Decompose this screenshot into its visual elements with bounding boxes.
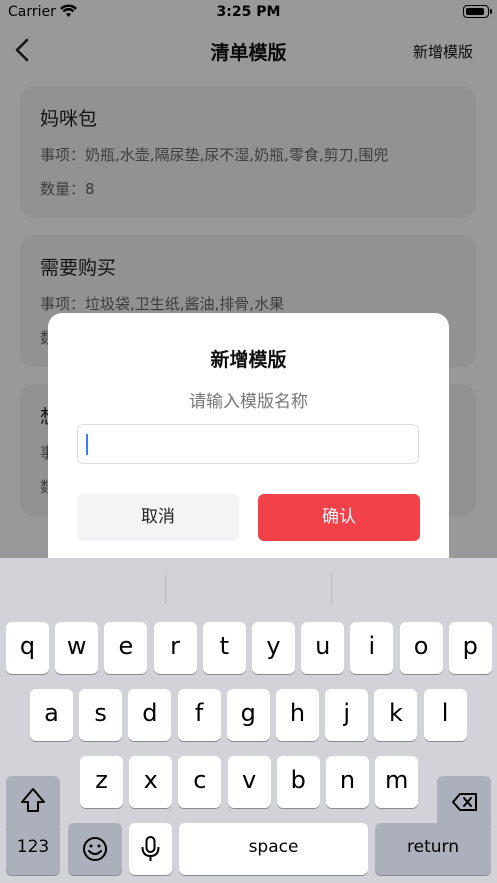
key-g[interactable]: g (226, 689, 270, 741)
key-i[interactable]: i (350, 622, 394, 674)
key-n[interactable]: n (326, 756, 369, 808)
key-c[interactable]: c (178, 756, 222, 808)
key-p[interactable]: p (448, 622, 492, 674)
key-k[interactable]: k (374, 689, 418, 741)
key-h[interactable]: h (276, 689, 319, 741)
key-w[interactable]: w (55, 622, 99, 674)
template-name-input[interactable] (77, 424, 419, 464)
backspace-icon (452, 793, 477, 811)
key-y[interactable]: y (252, 622, 295, 674)
emoji-icon (83, 837, 107, 861)
key-u[interactable]: u (301, 622, 345, 674)
suggestion-divider (165, 574, 166, 604)
delete-key[interactable] (437, 776, 491, 828)
suggestion-divider (331, 574, 332, 604)
key-f[interactable]: f (177, 689, 221, 741)
keyboard: qwertyuiop asdfghjkl zxcvbnm 123 space r… (0, 558, 497, 883)
shift-key[interactable] (6, 776, 60, 828)
emoji-key[interactable] (68, 823, 122, 875)
shift-icon (21, 788, 45, 812)
key-j[interactable]: j (325, 689, 369, 741)
return-key[interactable]: return (375, 823, 491, 875)
key-q[interactable]: q (6, 622, 49, 674)
microphone-icon (141, 836, 160, 861)
key-m[interactable]: m (375, 756, 419, 808)
key-l[interactable]: l (423, 689, 467, 741)
key-e[interactable]: e (104, 622, 148, 674)
key-s[interactable]: s (79, 689, 123, 741)
key-a[interactable]: a (30, 689, 73, 741)
key-v[interactable]: v (227, 756, 271, 808)
key-t[interactable]: t (202, 622, 246, 674)
text-caret (86, 434, 88, 455)
suggestion-bar (0, 558, 497, 614)
key-b[interactable]: b (276, 756, 320, 808)
key-z[interactable]: z (80, 756, 123, 808)
new-template-dialog: 新增模版 请输入模版名称 取消 确认 (48, 313, 449, 583)
key-x[interactable]: x (129, 756, 173, 808)
dialog-title: 新增模版 (210, 349, 287, 371)
key-d[interactable]: d (128, 689, 172, 741)
dialog-subtitle: 请输入模版名称 (189, 392, 308, 412)
key-o[interactable]: o (399, 622, 443, 674)
confirm-button[interactable]: 确认 (258, 494, 420, 541)
cancel-button[interactable]: 取消 (77, 494, 239, 541)
microphone-key[interactable] (129, 823, 172, 875)
numbers-key[interactable]: 123 (6, 823, 60, 875)
key-r[interactable]: r (153, 622, 197, 674)
space-key[interactable]: space (179, 823, 368, 875)
